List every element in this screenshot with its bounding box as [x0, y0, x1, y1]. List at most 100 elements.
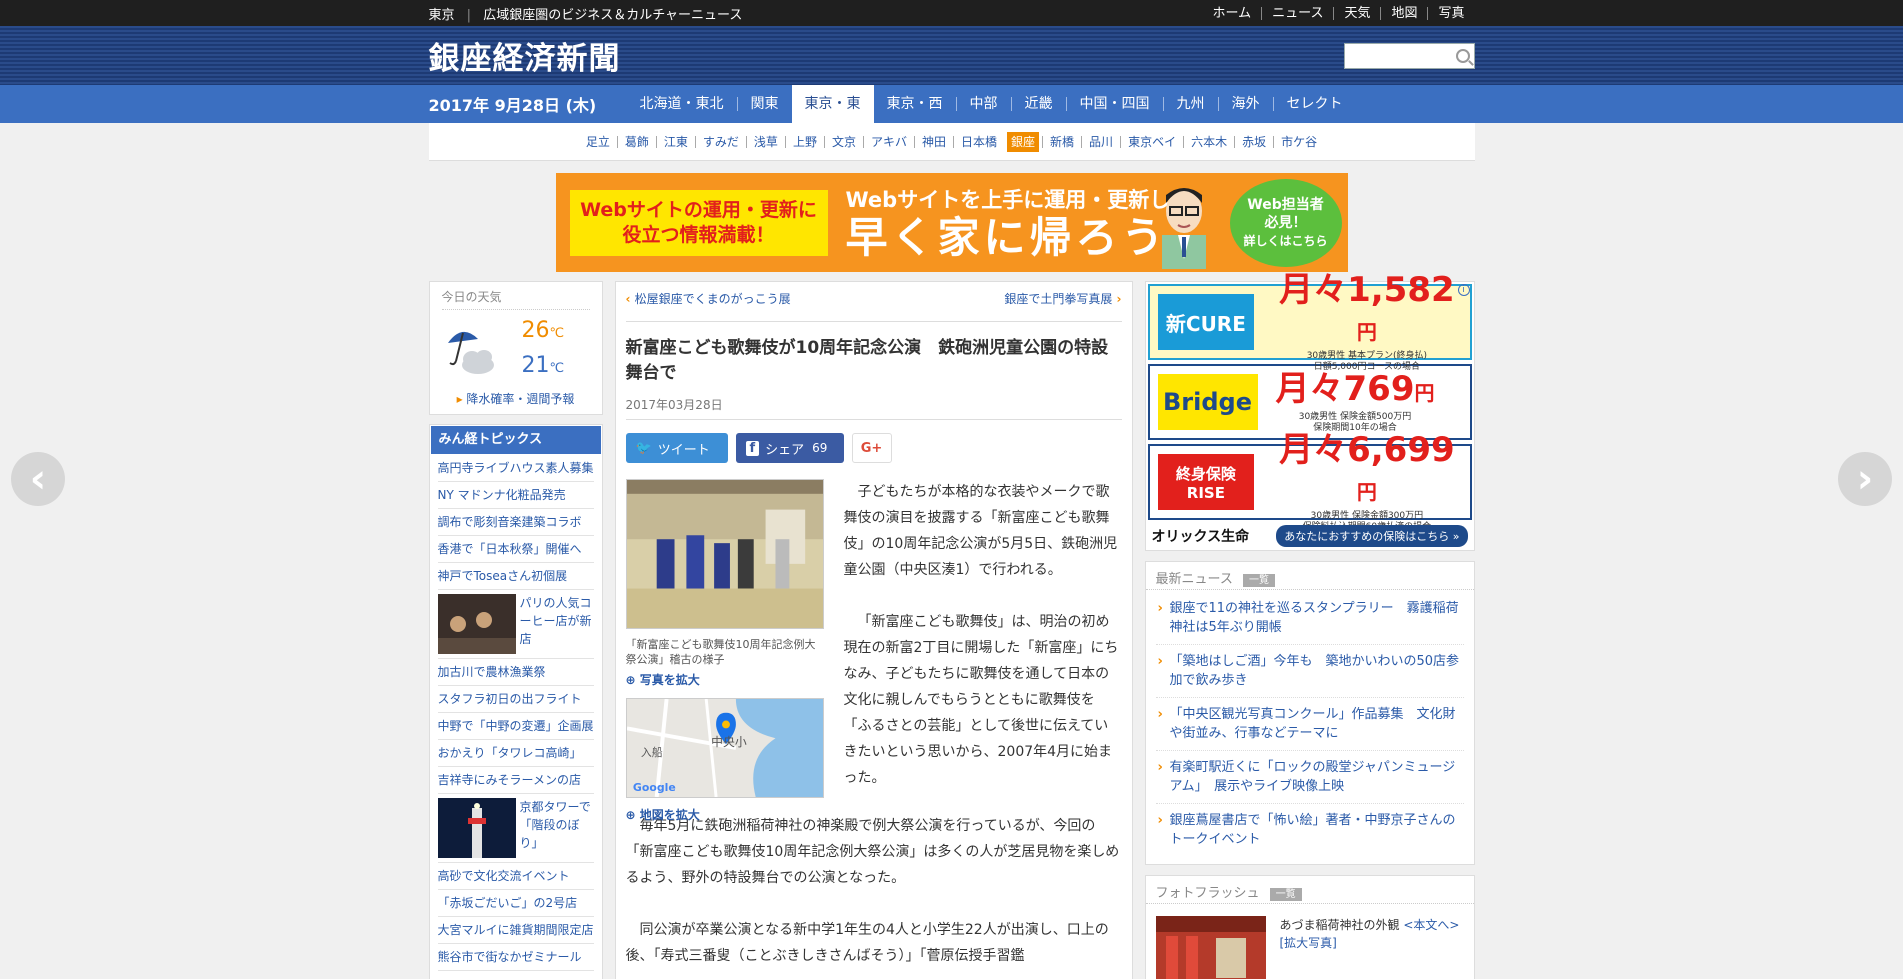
photo-flash-enlarge-link[interactable]: [拡大写真] — [1280, 936, 1337, 950]
tab-hokkaido-tohoku[interactable]: 北海道・東北 — [627, 97, 737, 111]
banner-ad[interactable]: Webサイトの運用・更新に 役立つ情報満載！ Webサイトを上手に運用・更新して… — [555, 173, 1348, 272]
ad-brand: 新CURE — [1157, 294, 1255, 350]
area-link[interactable]: 神田 — [913, 135, 953, 148]
article-map[interactable]: 中央小 入船 Google — [625, 698, 824, 798]
topic-item[interactable]: スタフラ初日の出フライト — [437, 686, 594, 713]
ad-info-icon[interactable]: i — [1457, 284, 1470, 296]
ad-cure[interactable]: 新CURE 月々1,582円 30歳男性 基本プラン(終身払) 日額5,000円… — [1147, 271, 1472, 372]
latest-news-more-button[interactable]: 一覧 — [1243, 574, 1275, 587]
topic-item[interactable]: 熊谷市で街なかゼミナール — [437, 944, 594, 971]
prev-article-link[interactable]: 松屋銀座でくまのがっこう展 — [626, 290, 791, 307]
area-link-ginza[interactable]: 銀座 — [1007, 131, 1040, 152]
topic-item[interactable]: 「赤坂ごだいご」の2号店 — [437, 890, 594, 917]
site-header: 銀座経済新聞 — [0, 26, 1903, 85]
photo-flash-heading: フォトフラッシュ 一覧 — [1145, 876, 1474, 904]
topic-item[interactable]: 高円寺ライブハウス素人募集 — [437, 455, 594, 482]
link-map[interactable]: 地図 — [1380, 6, 1427, 20]
topic-item[interactable]: 中野で「中野の変遷」企画展 — [437, 713, 594, 740]
tab-tokyo-west[interactable]: 東京・西 — [874, 97, 956, 111]
article-paragraph: 同公演が卒業公演となる新中学1年生の4人と小学生22人が出演し、口上の後、「寿式… — [625, 922, 1109, 964]
photo-enlarge-link[interactable]: 写真を拡大 — [626, 671, 824, 688]
topic-item[interactable]: 調布で彫刻音楽建築コラボ — [437, 509, 594, 536]
site-logo[interactable]: 銀座経済新聞 — [429, 33, 621, 78]
temp-high: 26℃ — [521, 318, 565, 343]
ad-company: オリックス生命 — [1151, 529, 1250, 545]
area-link[interactable]: 東京ベイ — [1120, 135, 1183, 148]
facebook-share-button[interactable]: f シェア 69 — [735, 433, 844, 463]
area-label[interactable]: 東京 — [429, 8, 455, 23]
area-link[interactable]: 足立 — [579, 136, 617, 148]
search-icon[interactable] — [1455, 48, 1470, 63]
prev-page-arrow[interactable]: ‹ — [11, 452, 65, 506]
tagline: 広域銀座圏のビジネス＆カルチャーニュース — [483, 7, 743, 23]
news-item[interactable]: 「築地はしご酒」今年も 築地かいわいの50店参加で飲み歩き — [1155, 645, 1464, 698]
area-link[interactable]: 上野 — [784, 135, 824, 148]
topic-item[interactable]: パリの人気コーヒー店が新店 — [437, 590, 594, 659]
area-link[interactable]: 日本橋 — [953, 135, 1004, 148]
area-link[interactable]: 葛飾 — [616, 135, 656, 148]
right-sidebar: i 新CURE 月々1,582円 30歳男性 基本プラン(終身払) 日額5,00… — [1144, 271, 1475, 979]
ad-cta-button[interactable]: あなたにおすすめの保険はこちら » — [1276, 525, 1468, 547]
link-weather[interactable]: 天気 — [1333, 6, 1380, 20]
twitter-icon: 🐦 — [635, 440, 652, 456]
link-photo[interactable]: 写真 — [1427, 6, 1474, 20]
share-count: 69 — [812, 441, 828, 455]
area-link[interactable]: 新橋 — [1042, 135, 1081, 148]
area-link[interactable]: すみだ — [694, 135, 746, 148]
news-item[interactable]: 「中央区観光写真コンクール」作品募集 文化財や街並み、行事などテーマに — [1155, 698, 1464, 751]
article-figures: 「新富座こども歌舞伎10周年記念例大祭公演」稽古の様子 写真を拡大 中央小 入船… — [625, 479, 824, 823]
area-link[interactable]: 浅草 — [745, 135, 785, 148]
area-link[interactable]: 赤坂 — [1234, 135, 1273, 148]
tab-kinki[interactable]: 近畿 — [1010, 97, 1066, 111]
link-home[interactable]: ホーム — [1202, 7, 1261, 20]
google-plus-button[interactable]: G+ — [851, 433, 892, 463]
photo-flash-article-link[interactable]: <本文へ> — [1403, 918, 1459, 932]
tab-chubu[interactable]: 中部 — [955, 97, 1011, 111]
search-input[interactable] — [1343, 42, 1475, 69]
topic-item[interactable]: 神戸でToseaさん初個展 — [437, 563, 594, 590]
topic-item[interactable]: 吉祥寺にみそラーメンの店 — [437, 767, 594, 794]
article-photo[interactable] — [625, 479, 824, 629]
tab-chugoku-shikoku[interactable]: 中国・四国 — [1065, 97, 1163, 111]
topic-item[interactable]: 高砂で文化交流イベント — [437, 863, 594, 890]
tab-overseas[interactable]: 海外 — [1217, 97, 1273, 111]
topic-item[interactable]: 香港で「日本秋祭」開催へ — [437, 536, 594, 563]
article-paragraph: 子どもたちが本格的な衣装やメークで歌舞伎の演目を披露する「新富座こども歌舞伎」の… — [843, 484, 1118, 578]
news-item[interactable]: 銀座蔦屋書店で「怖い絵」著者・中野京子さんのトークイベント — [1156, 804, 1464, 856]
next-article-link[interactable]: 銀座で土門拳写真展 — [1004, 290, 1121, 307]
global-links: ホーム ニュース 天気 地図 写真 — [1202, 6, 1474, 20]
topic-item[interactable]: NY マドンナ化粧品発売 — [437, 482, 594, 509]
share-buttons: 🐦 ツイート f シェア 69 G+ — [625, 433, 1122, 463]
top-bar: 東京 | 広域銀座圏のビジネス＆カルチャーニュース ホーム ニュース 天気 地図… — [0, 0, 1903, 26]
area-link[interactable]: 市ケ谷 — [1273, 135, 1324, 148]
topic-item[interactable]: 加古川で農林漁業祭 — [437, 659, 594, 686]
link-news[interactable]: ニュース — [1261, 6, 1333, 20]
topic-item[interactable]: おかえり「タワレコ高崎」 — [437, 740, 594, 767]
tab-select[interactable]: セレクト — [1272, 97, 1356, 111]
next-page-arrow[interactable]: › — [1838, 452, 1892, 506]
news-item[interactable]: 銀座で11の神社を巡るスタンプラリー 霧護稲荷神社は5年ぶり開帳 — [1155, 592, 1464, 645]
topic-item[interactable]: 大宮マルイに雑貨期間限定店 — [437, 917, 594, 944]
tab-kyushu[interactable]: 九州 — [1162, 97, 1218, 111]
tweet-button[interactable]: 🐦 ツイート — [625, 433, 728, 463]
tab-tokyo-east[interactable]: 東京・東 — [791, 85, 874, 123]
ad-rise[interactable]: 終身保険RISE 月々6,699円 30歳男性 保険金額300万円 保険料払込期… — [1147, 431, 1472, 532]
area-link[interactable]: 品川 — [1081, 135, 1120, 148]
news-item[interactable]: 有楽町駅近くに「ロックの殿堂ジャパンミュージアム」 展示やライブ映像上映 — [1155, 751, 1464, 804]
map-enlarge-link[interactable]: 地図を拡大 — [626, 806, 824, 823]
area-link[interactable]: 六本木 — [1183, 135, 1234, 148]
topic-thumbnail — [437, 798, 516, 858]
area-link[interactable]: 江東 — [655, 135, 695, 148]
article-paragraph: 毎年5月に鉄砲洲稲荷神社の神楽殿で例大祭公演を行っているが、今回の「新富座こども… — [625, 818, 1120, 886]
area-link[interactable]: 文京 — [823, 135, 863, 148]
photo-flash-thumbnail[interactable] — [1155, 916, 1266, 979]
topic-item[interactable]: 京都タワーで「階段のぼり」 — [437, 794, 594, 863]
ad-price: 月々1,582円 30歳男性 基本プラン(終身払) 日額5,000円コースの場合 — [1279, 270, 1455, 372]
article-pager: 松屋銀座でくまのがっこう展 銀座で土門拳写真展 — [616, 282, 1132, 307]
area-link[interactable]: アキバ — [862, 135, 914, 148]
photo-flash-more-button[interactable]: 一覧 — [1269, 888, 1302, 901]
facebook-icon: f — [745, 440, 760, 456]
tab-kanto[interactable]: 関東 — [736, 97, 792, 111]
forecast-link[interactable]: 降水確率・週間予報 — [442, 390, 590, 407]
ad-bridge[interactable]: Bridge 月々769円 30歳男性 保険金額500万円 保険期間10年の場合 — [1147, 364, 1472, 440]
